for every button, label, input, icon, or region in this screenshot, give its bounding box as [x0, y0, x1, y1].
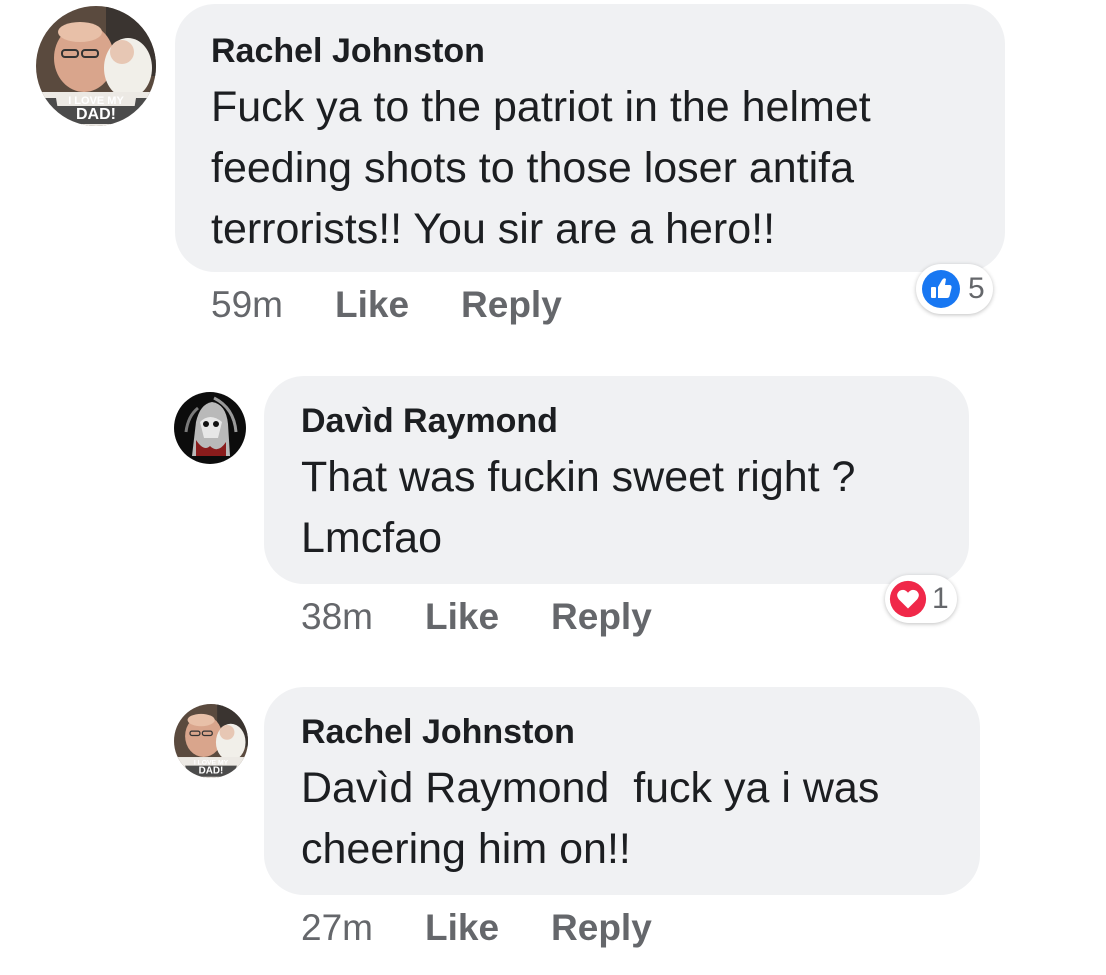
comment-author[interactable]: Rachel Johnston: [211, 31, 1005, 71]
avatar[interactable]: I LOVE MY DAD!: [174, 704, 248, 778]
comment-timestamp[interactable]: 27m: [301, 908, 373, 948]
avatar-photo: I LOVE MY DAD!: [174, 704, 248, 778]
avatar[interactable]: I LOVE MY DAD!: [36, 6, 156, 126]
comment-bubble: Rachel Johnston Davìd Raymond fuck ya i …: [264, 687, 980, 895]
reply-button[interactable]: Reply: [551, 597, 652, 637]
comment-timestamp[interactable]: 38m: [301, 597, 373, 637]
like-button[interactable]: Like: [425, 597, 499, 637]
comment-thread: I LOVE MY DAD! Rachel Johnston Fuck ya t…: [0, 0, 1106, 975]
reply-button[interactable]: Reply: [551, 908, 652, 948]
comment-text: Fuck ya to the patriot in the helmet fee…: [211, 77, 1005, 260]
avatar-photo: [174, 392, 246, 464]
reaction-summary[interactable]: 5: [916, 264, 993, 314]
comment-text-line: cheering him on!!: [301, 825, 631, 873]
comment-author[interactable]: Rachel Johnston: [301, 712, 980, 752]
comment-bubble: Rachel Johnston Fuck ya to the patriot i…: [175, 4, 1005, 272]
comment-text-line: Lmcfao: [301, 514, 443, 562]
comment-text-line: Fuck ya to the patriot in the helmet: [211, 83, 871, 131]
like-button[interactable]: Like: [425, 908, 499, 948]
avatar-caption-line-2: DAD!: [199, 766, 224, 777]
comment-text-line: feeding shots to those loser antifa: [211, 144, 855, 192]
reaction-summary[interactable]: 1: [885, 575, 957, 623]
comment-text-line: terrorists!! You sir are a hero!!: [211, 205, 776, 253]
avatar[interactable]: [174, 392, 246, 464]
like-button[interactable]: Like: [335, 285, 409, 325]
comment-timestamp[interactable]: 59m: [211, 285, 283, 325]
reaction-count: 5: [968, 272, 985, 305]
reaction-count: 1: [932, 582, 949, 615]
comment-actions: 38m Like Reply: [301, 597, 652, 637]
comment-text-line: That was fuckin sweet right ?: [301, 453, 856, 501]
reply-button[interactable]: Reply: [461, 285, 562, 325]
comment-bubble: Davìd Raymond That was fuckin sweet righ…: [264, 376, 969, 584]
avatar-caption-line-2: DAD!: [76, 106, 116, 123]
heart-icon: [889, 580, 927, 618]
comment-text: That was fuckin sweet right ? Lmcfao: [301, 447, 969, 569]
thumbs-up-icon: [922, 270, 960, 308]
comment-text-line: Davìd Raymond fuck ya i was: [301, 764, 880, 812]
avatar-photo: I LOVE MY DAD!: [36, 6, 156, 126]
comment-author[interactable]: Davìd Raymond: [301, 401, 969, 441]
comment-actions: 27m Like Reply: [301, 908, 652, 948]
comment-actions: 59m Like Reply: [211, 285, 562, 325]
comment-text: Davìd Raymond fuck ya i was cheering him…: [301, 758, 980, 880]
